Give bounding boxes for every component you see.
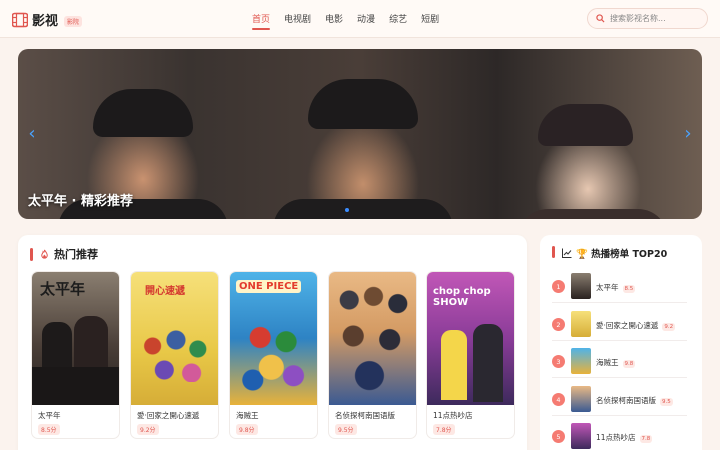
- rank-number: 3: [552, 355, 565, 368]
- section-title: 热门推荐: [30, 246, 98, 262]
- card-title: 海贼王: [236, 411, 259, 420]
- section-accent-bar: [30, 247, 33, 261]
- card-score: 9.8分: [236, 424, 258, 435]
- chevron-left-icon[interactable]: ‹: [24, 121, 40, 145]
- poster-image: ONE PIECE: [230, 272, 317, 405]
- rank-title: 太平年 8.5: [596, 282, 636, 293]
- card-score: 7.8分: [433, 424, 455, 435]
- card-title: 太平年: [38, 411, 61, 420]
- rank-score: 9.5: [660, 398, 673, 406]
- banner-figure-hat-center: [308, 79, 418, 129]
- card-title: 11点热吵店: [433, 411, 473, 420]
- card-title: 名侦探柯南国语版: [335, 411, 395, 420]
- search-input[interactable]: [610, 14, 706, 23]
- logo[interactable]: 影视 影院: [12, 10, 83, 29]
- hero-banner[interactable]: ‹ › 太平年 · 精彩推荐: [18, 49, 702, 219]
- banner-figure-hat-left: [93, 89, 193, 137]
- movie-card[interactable]: chop chop SHOW 11点热吵店 7.8分: [426, 271, 515, 439]
- nav-short[interactable]: 短剧: [421, 12, 439, 30]
- banner-figure-headpiece-right: [538, 104, 633, 146]
- chart-icon: [562, 248, 572, 258]
- poster-image: 太平年: [32, 272, 119, 405]
- fire-icon: [41, 249, 48, 259]
- nav-movie[interactable]: 电影: [325, 12, 343, 30]
- nav-anime[interactable]: 动漫: [357, 12, 375, 30]
- rank-title: 11点热吵店 7.8: [596, 432, 653, 443]
- card-title: 愛·回家之開心速遞: [137, 411, 200, 420]
- rank-thumbnail: [571, 423, 591, 449]
- card-score: 9.5分: [335, 424, 357, 435]
- poster-title: 開心速遞: [145, 286, 185, 297]
- banner-title: 太平年 · 精彩推荐: [28, 194, 133, 209]
- logo-tag: 影院: [64, 16, 83, 27]
- nav-home[interactable]: 首页: [252, 12, 271, 30]
- rank-title: 海贼王 9.8: [596, 357, 636, 368]
- rank-title-text: 名侦探柯南国语版: [596, 396, 656, 405]
- carousel-dot[interactable]: [345, 208, 349, 212]
- rank-title-text: 11点热吵店: [596, 433, 636, 442]
- nav-tv[interactable]: 电视剧: [284, 12, 311, 30]
- poster-image: 開心速遞: [131, 272, 218, 405]
- card-score: 9.2分: [137, 424, 159, 435]
- rank-score: 9.8: [622, 360, 636, 368]
- search-icon: [596, 14, 605, 23]
- poster-image: chop chop SHOW: [427, 272, 514, 405]
- logo-text: 影视: [32, 14, 59, 29]
- rank-score: 7.8: [639, 435, 653, 443]
- section-accent-bar: [552, 246, 555, 258]
- rank-score: 9.2: [662, 323, 676, 331]
- rank-title: 名侦探柯南国语版 9.5: [596, 395, 673, 406]
- rank-thumbnail: [571, 273, 591, 299]
- rank-title: 愛·回家之開心速遞 9.2: [596, 320, 676, 331]
- ranking-item[interactable]: 4 名侦探柯南国语版 9.5: [552, 386, 687, 416]
- chevron-right-icon[interactable]: ›: [680, 121, 696, 145]
- movie-card[interactable]: 開心速遞 愛·回家之開心速遞 9.2分: [130, 271, 219, 439]
- poster-title: chop chop SHOW: [433, 286, 491, 308]
- top-header: 影视 影院 首页 电视剧 电影 动漫 综艺 短剧: [0, 0, 720, 38]
- rank-title-text: 海贼王: [596, 358, 619, 367]
- rank-thumbnail: [571, 386, 591, 412]
- rank-number: 1: [552, 280, 565, 293]
- nav-variety[interactable]: 综艺: [389, 12, 407, 30]
- poster-title: 太平年: [40, 280, 86, 298]
- rank-number: 4: [552, 393, 565, 406]
- rank-thumbnail: [571, 348, 591, 374]
- banner-figure-robe-center: [273, 199, 453, 219]
- ranking-item[interactable]: 1 太平年 8.5: [552, 273, 687, 303]
- movie-card[interactable]: 太平年 太平年 8.5分: [31, 271, 120, 439]
- section-title-text: 热门推荐: [54, 248, 98, 261]
- ranking-title-text: 🏆 热播榜单 TOP20: [576, 249, 668, 260]
- rank-number: 5: [552, 430, 565, 443]
- rank-title-text: 太平年: [596, 283, 619, 292]
- ranking-item[interactable]: 5 11点热吵店 7.8: [552, 423, 687, 450]
- ranking-panel: 🏆 热播榜单 TOP20: [540, 235, 702, 450]
- ranking-item[interactable]: 3 海贼王 9.8: [552, 348, 687, 378]
- card-score: 8.5分: [38, 424, 60, 435]
- banner-figure-robe-right: [518, 209, 668, 219]
- ranking-title: 🏆 热播榜单 TOP20: [562, 246, 667, 260]
- ranking-item[interactable]: 2 愛·回家之開心速遞 9.2: [552, 311, 687, 341]
- poster-image: [329, 272, 416, 405]
- search-box[interactable]: [587, 8, 708, 29]
- film-icon: [12, 12, 28, 27]
- movie-card[interactable]: ONE PIECE 海贼王 9.8分: [229, 271, 318, 439]
- rank-thumbnail: [571, 311, 591, 337]
- rank-score: 8.5: [622, 285, 636, 293]
- poster-title: ONE PIECE: [236, 280, 302, 293]
- movie-card[interactable]: 名侦探柯南国语版 9.5分: [328, 271, 417, 439]
- rank-number: 2: [552, 318, 565, 331]
- main-nav: 首页 电视剧 电影 动漫 综艺 短剧: [252, 12, 439, 30]
- rank-title-text: 愛·回家之開心速遞: [596, 321, 659, 330]
